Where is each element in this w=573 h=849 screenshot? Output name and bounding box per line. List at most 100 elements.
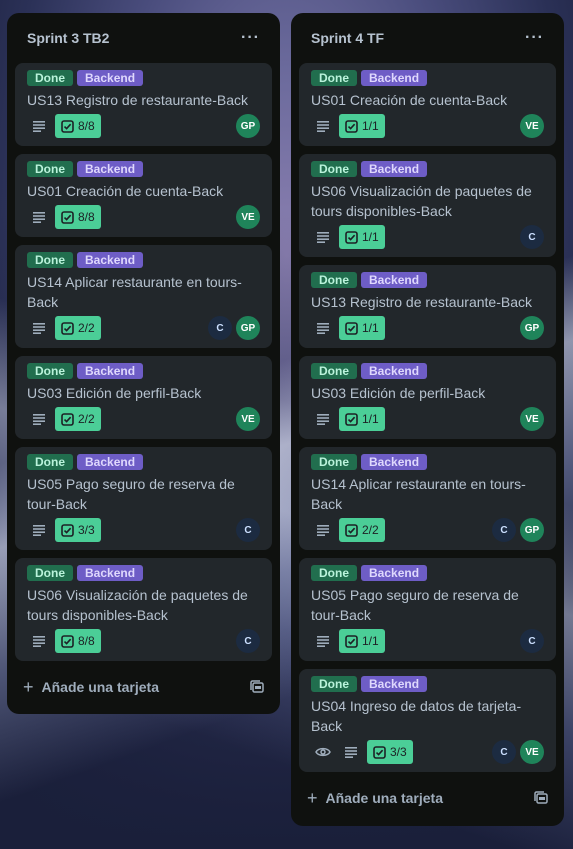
card[interactable]: Done Backend US05 Pago seguro de reserva d… [299,558,556,661]
label-backend[interactable]: Backend [77,363,144,379]
card[interactable]: Done Backend US04 Ingreso de datos de tarj… [299,669,556,772]
card-title[interactable]: US06 Visualización de paquetes de tours … [311,181,544,221]
card-title[interactable]: US03 Edición de perfil-Back [27,383,260,403]
avatar[interactable]: VE [520,740,544,764]
label-backend[interactable]: Backend [361,272,428,288]
label-done[interactable]: Done [311,676,357,692]
card[interactable]: Done Backend US06 Visualización de paquete… [15,558,272,661]
checklist-badge: 8/8 [55,205,101,229]
template-icon[interactable] [250,680,264,694]
avatar[interactable]: C [208,316,232,340]
label-backend[interactable]: Backend [361,363,428,379]
card[interactable]: Done Backend US03 Edición de perfil-Back 1/… [299,356,556,439]
checklist-icon [345,321,358,335]
card[interactable]: Done Backend US13 Registro de restaurante-… [15,63,272,146]
avatar[interactable]: VE [520,114,544,138]
list-header: Sprint 3 TB2 ··· [15,13,272,63]
card[interactable]: Done Backend US01 Creación de cuenta-Back 1… [299,63,556,146]
avatar[interactable]: VE [236,407,260,431]
label-backend[interactable]: Backend [77,252,144,268]
checklist-count: 1/1 [362,412,379,426]
avatar[interactable]: C [236,629,260,653]
label-done[interactable]: Done [311,363,357,379]
template-icon[interactable] [534,791,548,805]
avatar[interactable]: GP [520,316,544,340]
card[interactable]: Done Backend US01 Creación de cuenta-Back 8… [15,154,272,237]
avatar[interactable]: GP [520,518,544,542]
card-title[interactable]: US05 Pago seguro de reserva de tour-Back [27,474,260,514]
avatar[interactable]: C [236,518,260,542]
card-title[interactable]: US05 Pago seguro de reserva de tour-Back [311,585,544,625]
label-backend[interactable]: Backend [361,161,428,177]
add-card-label: Añade una tarjeta [325,790,443,806]
avatar[interactable]: C [520,629,544,653]
checklist-badge: 1/1 [339,225,385,249]
description-icon [311,231,335,243]
card-title[interactable]: US01 Creación de cuenta-Back [311,90,544,110]
avatar[interactable]: VE [520,407,544,431]
checklist-count: 8/8 [78,119,95,133]
more-icon[interactable]: ··· [525,29,544,47]
checklist-icon [61,523,74,537]
card-title[interactable]: US01 Creación de cuenta-Back [27,181,260,201]
label-done[interactable]: Done [27,363,73,379]
card-title[interactable]: US13 Registro de restaurante-Back [27,90,260,110]
card[interactable]: Done Backend US06 Visualización de paquete… [299,154,556,257]
card-labels: Done Backend [311,565,544,581]
card[interactable]: Done Backend US03 Edición de perfil-Back 2/… [15,356,272,439]
description-icon [311,120,335,132]
label-backend[interactable]: Backend [361,565,428,581]
label-done[interactable]: Done [27,70,73,86]
checklist-badge: 8/8 [55,114,101,138]
card-badges: 1/1 VE [311,114,544,138]
card-title[interactable]: US14 Aplicar restaurante en tours-Back [311,474,544,514]
card-title[interactable]: US13 Registro de restaurante-Back [311,292,544,312]
avatar[interactable]: GP [236,114,260,138]
checklist-badge: 2/2 [55,407,101,431]
list-title[interactable]: Sprint 3 TB2 [27,30,109,46]
checklist-icon [61,210,74,224]
label-done[interactable]: Done [311,161,357,177]
card-title[interactable]: US04 Ingreso de datos de tarjeta-Back [311,696,544,736]
label-done[interactable]: Done [311,454,357,470]
checklist-badge: 1/1 [339,629,385,653]
card-title[interactable]: US14 Aplicar restaurante en tours-Back [27,272,260,312]
label-done[interactable]: Done [27,454,73,470]
avatar[interactable]: C [492,740,516,764]
more-icon[interactable]: ··· [241,29,260,47]
label-done[interactable]: Done [311,565,357,581]
list-header: Sprint 4 TF ··· [299,13,556,63]
eye-icon [311,746,335,758]
card-title[interactable]: US03 Edición de perfil-Back [311,383,544,403]
label-done[interactable]: Done [27,252,73,268]
checklist-count: 3/3 [390,745,407,759]
checklist-icon [345,412,358,426]
avatar[interactable]: C [492,518,516,542]
card-labels: Done Backend [311,70,544,86]
card[interactable]: Done Backend US14 Aplicar restaurante en t… [299,447,556,550]
label-done[interactable]: Done [311,272,357,288]
card-badges: 2/2 VE [27,407,260,431]
card[interactable]: Done Backend US05 Pago seguro de reserva d… [15,447,272,550]
avatar[interactable]: C [520,225,544,249]
label-backend[interactable]: Backend [77,161,144,177]
add-card-button[interactable]: + Añade una tarjeta [15,671,272,703]
label-done[interactable]: Done [27,565,73,581]
list-title[interactable]: Sprint 4 TF [311,30,384,46]
add-card-button[interactable]: + Añade una tarjeta [299,782,556,814]
avatar[interactable]: GP [236,316,260,340]
label-done[interactable]: Done [311,70,357,86]
label-backend[interactable]: Backend [77,565,144,581]
card-members: C [236,518,260,542]
label-backend[interactable]: Backend [361,454,428,470]
card-title[interactable]: US06 Visualización de paquetes de tours … [27,585,260,625]
label-backend[interactable]: Backend [361,676,428,692]
label-backend[interactable]: Backend [361,70,428,86]
card[interactable]: Done Backend US14 Aplicar restaurante en t… [15,245,272,348]
label-done[interactable]: Done [27,161,73,177]
avatar[interactable]: VE [236,205,260,229]
label-backend[interactable]: Backend [77,70,144,86]
label-backend[interactable]: Backend [77,454,144,470]
card-badges: 8/8 GP [27,114,260,138]
card[interactable]: Done Backend US13 Registro de restaurante-… [299,265,556,348]
